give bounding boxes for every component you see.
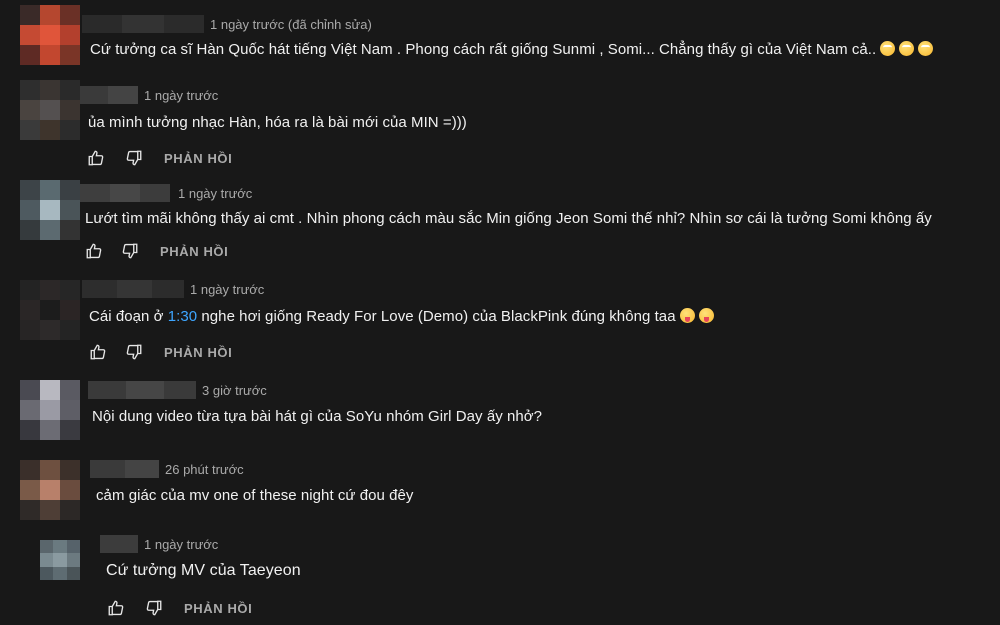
- reply-button[interactable]: PHẢN HỒI: [160, 244, 228, 259]
- author-name[interactable]: [90, 460, 159, 478]
- avatar[interactable]: [20, 380, 80, 440]
- face-with-rolling-eyes-icon: [918, 41, 934, 56]
- comment-timestamp[interactable]: 1 ngày trước: [144, 537, 218, 552]
- comment-text: cảm giác của mv one of these night cứ đo…: [96, 487, 414, 504]
- dislike-button[interactable]: [122, 146, 146, 170]
- reply-button[interactable]: PHẢN HỒI: [184, 601, 252, 616]
- face-with-tongue-icon: [679, 308, 695, 323]
- comment-text: Lướt tìm mãi không thấy ai cmt . Nhìn ph…: [85, 210, 932, 227]
- comment-timestamp[interactable]: 3 giờ trước: [202, 383, 267, 398]
- comment-timestamp[interactable]: 1 ngày trước: [144, 88, 218, 103]
- face-with-rolling-eyes-icon: [899, 41, 915, 56]
- author-name[interactable]: [82, 15, 204, 33]
- comment-timestamp[interactable]: 1 ngày trước: [178, 186, 252, 201]
- avatar[interactable]: [20, 460, 80, 520]
- thumbs-down-icon: [126, 150, 142, 166]
- comment-text: Cứ tưởng MV của Taeyeon: [106, 562, 301, 579]
- author-name[interactable]: [88, 381, 196, 399]
- comment-text: Cứ tưởng ca sĩ Hàn Quốc hát tiếng Việt N…: [90, 41, 934, 58]
- avatar[interactable]: [20, 80, 80, 140]
- comment-timestamp[interactable]: 26 phút trước: [165, 462, 244, 477]
- avatar[interactable]: [20, 280, 80, 340]
- thumbs-down-icon: [126, 344, 142, 360]
- like-button[interactable]: [104, 596, 128, 620]
- comment-text: ủa mình tưởng nhạc Hàn, hóa ra là bài mớ…: [88, 114, 467, 131]
- dislike-button[interactable]: [122, 340, 146, 364]
- author-name[interactable]: [100, 535, 138, 553]
- face-with-tongue-icon: [698, 308, 714, 323]
- author-name[interactable]: [80, 184, 170, 202]
- reply-button[interactable]: PHẢN HỒI: [164, 151, 232, 166]
- face-with-rolling-eyes-icon: [880, 41, 896, 56]
- thumbs-down-icon: [146, 600, 162, 616]
- like-button[interactable]: [86, 340, 110, 364]
- comment-timestamp[interactable]: 1 ngày trước: [190, 282, 264, 297]
- comment-text: Nội dung video từa tựa bài hát gì của So…: [92, 408, 543, 425]
- thumbs-up-icon: [86, 243, 102, 259]
- dislike-button[interactable]: [118, 239, 142, 263]
- thumbs-up-icon: [108, 600, 124, 616]
- reply-button[interactable]: PHẢN HỒI: [164, 345, 232, 360]
- thumbs-up-icon: [90, 344, 106, 360]
- like-button[interactable]: [82, 239, 106, 263]
- dislike-button[interactable]: [142, 596, 166, 620]
- comment-text: Cái đoạn ở 1:30 nghe hơi giống Ready For…: [89, 308, 714, 325]
- thumbs-up-icon: [88, 150, 104, 166]
- comment-timestamp[interactable]: 1 ngày trước (đã chỉnh sửa): [210, 17, 372, 32]
- avatar[interactable]: [20, 180, 80, 240]
- author-name[interactable]: [82, 280, 184, 298]
- like-button[interactable]: [84, 146, 108, 170]
- avatar[interactable]: [40, 540, 80, 580]
- thumbs-down-icon: [122, 243, 138, 259]
- avatar[interactable]: [20, 5, 80, 65]
- author-name[interactable]: [80, 86, 138, 104]
- timestamp-link[interactable]: 1:30: [168, 308, 197, 325]
